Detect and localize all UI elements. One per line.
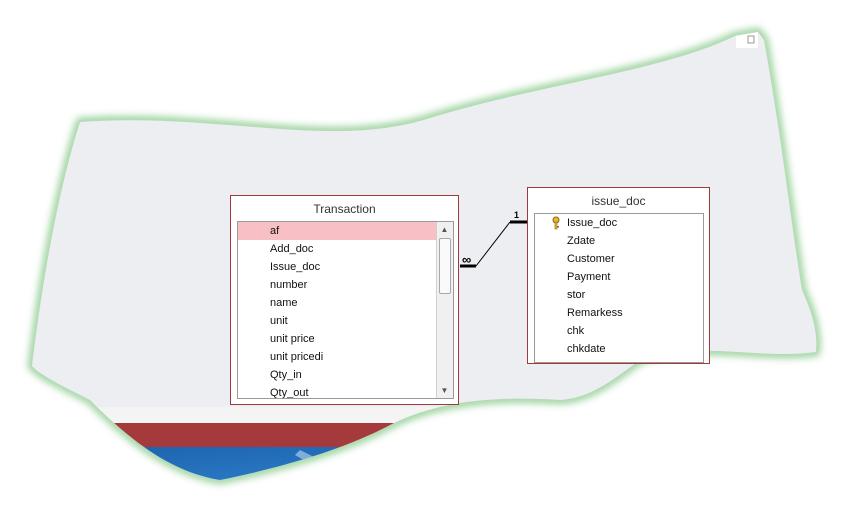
issue-doc-field-label: Customer	[567, 253, 615, 265]
transaction-field[interactable]: Issue_doc	[238, 258, 437, 276]
issue-doc-table-title: issue_doc	[591, 194, 646, 208]
issue-doc-field-label: Payment	[567, 271, 611, 283]
scroll-down-arrow-icon[interactable]: ▼	[437, 383, 452, 398]
transaction-field[interactable]: Add_doc	[238, 240, 437, 258]
issue-doc-field[interactable]: chkdate	[535, 340, 703, 358]
scrollbar-thumb[interactable]	[439, 238, 451, 294]
issue-doc-field[interactable]: Remarkess	[535, 304, 703, 322]
transaction-field-list[interactable]: af Add_doc Issue_doc number name unit unit pri…	[237, 221, 454, 399]
transaction-scrollbar[interactable]: ▲ ▼	[436, 222, 453, 398]
transaction-field[interactable]: af	[238, 222, 437, 240]
transaction-table[interactable]: Transaction af Add_doc Issue_doc number name…	[230, 195, 459, 405]
issue-doc-field-label: stor	[567, 289, 586, 301]
transaction-field[interactable]: Qty_in	[238, 366, 437, 384]
transaction-field[interactable]: number	[238, 276, 437, 294]
transaction-field[interactable]: unit price	[238, 330, 437, 348]
issue-doc-field[interactable]: Zdate	[535, 232, 703, 250]
transaction-field[interactable]: Qty_out	[238, 384, 437, 398]
issue-doc-field-label: chk	[567, 325, 585, 337]
issue-doc-field-label: Remarkess	[567, 307, 623, 319]
transaction-field[interactable]: unit	[238, 312, 437, 330]
issue-doc-field[interactable]: Issue_doc	[535, 214, 703, 232]
relationship-many-label: ∞	[462, 252, 472, 267]
issue-doc-field-label: chkdate	[567, 343, 606, 355]
transaction-field[interactable]: name	[238, 294, 437, 312]
issue-doc-field-list[interactable]: Issue_doc Zdate Customer Payment stor Remarke…	[534, 213, 704, 363]
issue-doc-field[interactable]: Payment	[535, 268, 703, 286]
transaction-table-title: Transaction	[313, 202, 376, 216]
issue-doc-table[interactable]: issue_doc Issue_doc Zdate Customer Payment s…	[527, 187, 710, 364]
issue-doc-field-label: Zdate	[567, 235, 596, 247]
issue-doc-field-label: Issue_doc	[567, 217, 618, 229]
transaction-field[interactable]: unit pricedi	[238, 348, 437, 366]
issue-doc-field[interactable]: stor	[535, 286, 703, 304]
issue-doc-field[interactable]: chk	[535, 322, 703, 340]
issue-doc-field[interactable]: Customer	[535, 250, 703, 268]
scroll-up-arrow-icon[interactable]: ▲	[437, 222, 452, 237]
relationship-one-label: 1	[514, 210, 520, 220]
primary-key-icon	[552, 216, 560, 230]
